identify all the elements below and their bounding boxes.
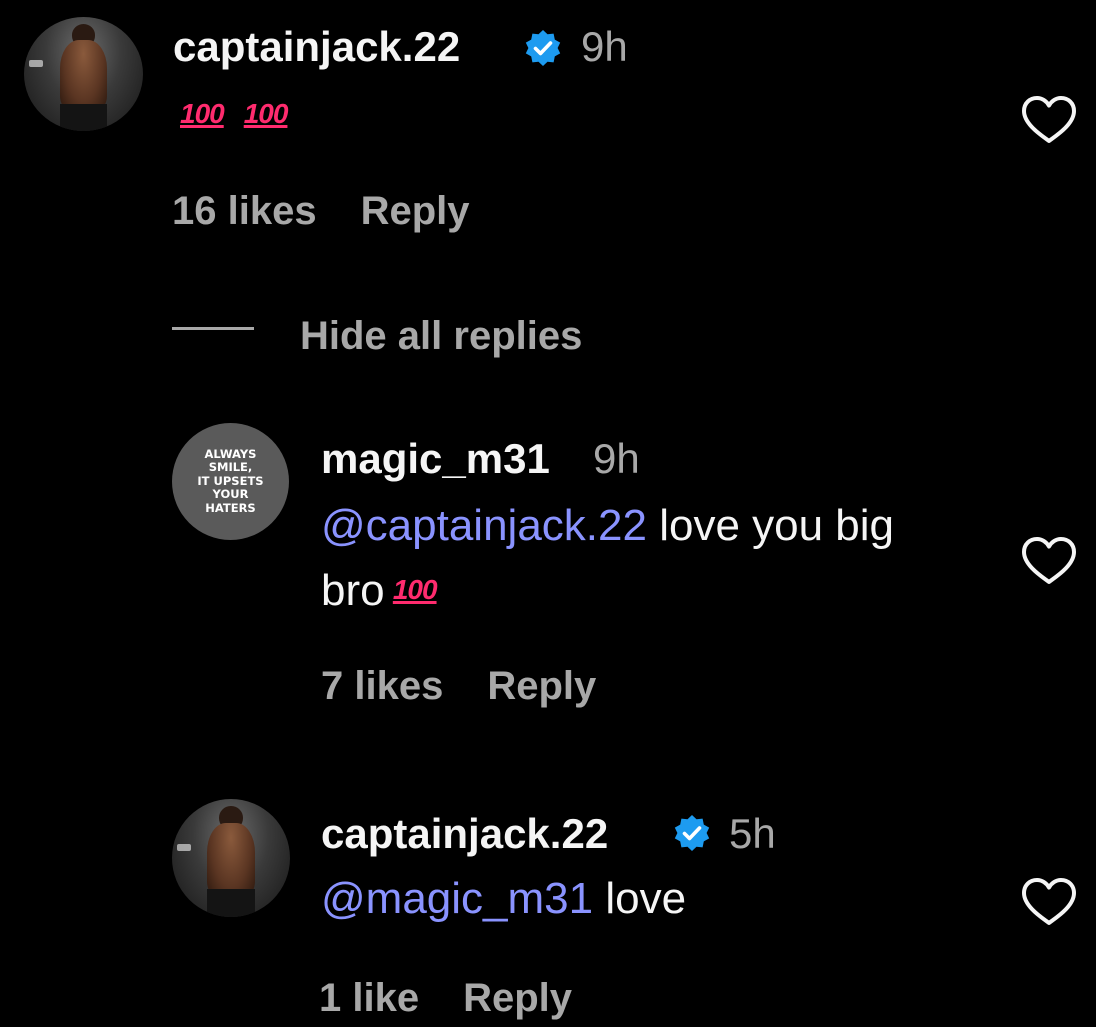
reply-text: @captainjack.22 love you big bro 100 bbox=[321, 494, 1001, 623]
heart-outline-icon[interactable] bbox=[1020, 535, 1078, 587]
mention-link[interactable]: @captainjack.22 bbox=[321, 501, 647, 550]
replies-divider bbox=[172, 327, 254, 330]
comment-meta: 16 likes Reply bbox=[172, 187, 470, 235]
hundred-points-emoji: 100 bbox=[180, 98, 225, 129]
reply-meta: 1 like Reply bbox=[319, 974, 572, 1022]
comments-thread: captainjack.22 9h 100 100 16 likes Reply H… bbox=[0, 0, 1096, 1027]
reply-button[interactable]: Reply bbox=[361, 187, 470, 235]
hundred-points-emoji: 100 bbox=[243, 98, 289, 129]
mention-link[interactable]: @magic_m31 bbox=[321, 874, 593, 923]
verified-badge-icon bbox=[525, 30, 561, 66]
reply-button[interactable]: Reply bbox=[463, 974, 572, 1022]
avatar[interactable]: ALWAYS SMILE, IT UPSETS YOUR HATERS bbox=[172, 423, 289, 540]
likes-count[interactable]: 7 likes bbox=[321, 662, 443, 710]
comment-text: 100 100 bbox=[180, 84, 860, 145]
comment-timestamp: 9h bbox=[581, 23, 628, 70]
reply-button[interactable]: Reply bbox=[487, 662, 596, 710]
heart-outline-icon[interactable] bbox=[1020, 876, 1078, 928]
reply-text: @magic_m31 love bbox=[321, 874, 687, 923]
comment-username[interactable]: captainjack.22 bbox=[173, 22, 460, 72]
likes-count[interactable]: 1 like bbox=[319, 974, 419, 1022]
reply-username[interactable]: magic_m31 bbox=[321, 434, 550, 484]
reply-timestamp: 5h bbox=[729, 810, 776, 857]
reply-timestamp: 9h bbox=[593, 435, 640, 482]
avatar[interactable] bbox=[172, 799, 290, 917]
reply-username[interactable]: captainjack.22 bbox=[321, 809, 608, 859]
hide-replies-button[interactable]: Hide all replies bbox=[300, 312, 582, 360]
verified-badge-icon bbox=[674, 815, 710, 851]
avatar[interactable] bbox=[24, 17, 143, 131]
likes-count[interactable]: 16 likes bbox=[172, 187, 317, 235]
avatar-text: ALWAYS SMILE, IT UPSETS YOUR HATERS bbox=[197, 446, 264, 515]
heart-outline-icon[interactable] bbox=[1020, 94, 1078, 146]
hundred-points-emoji: 100 bbox=[392, 574, 438, 605]
reply-meta: 7 likes Reply bbox=[321, 662, 596, 710]
